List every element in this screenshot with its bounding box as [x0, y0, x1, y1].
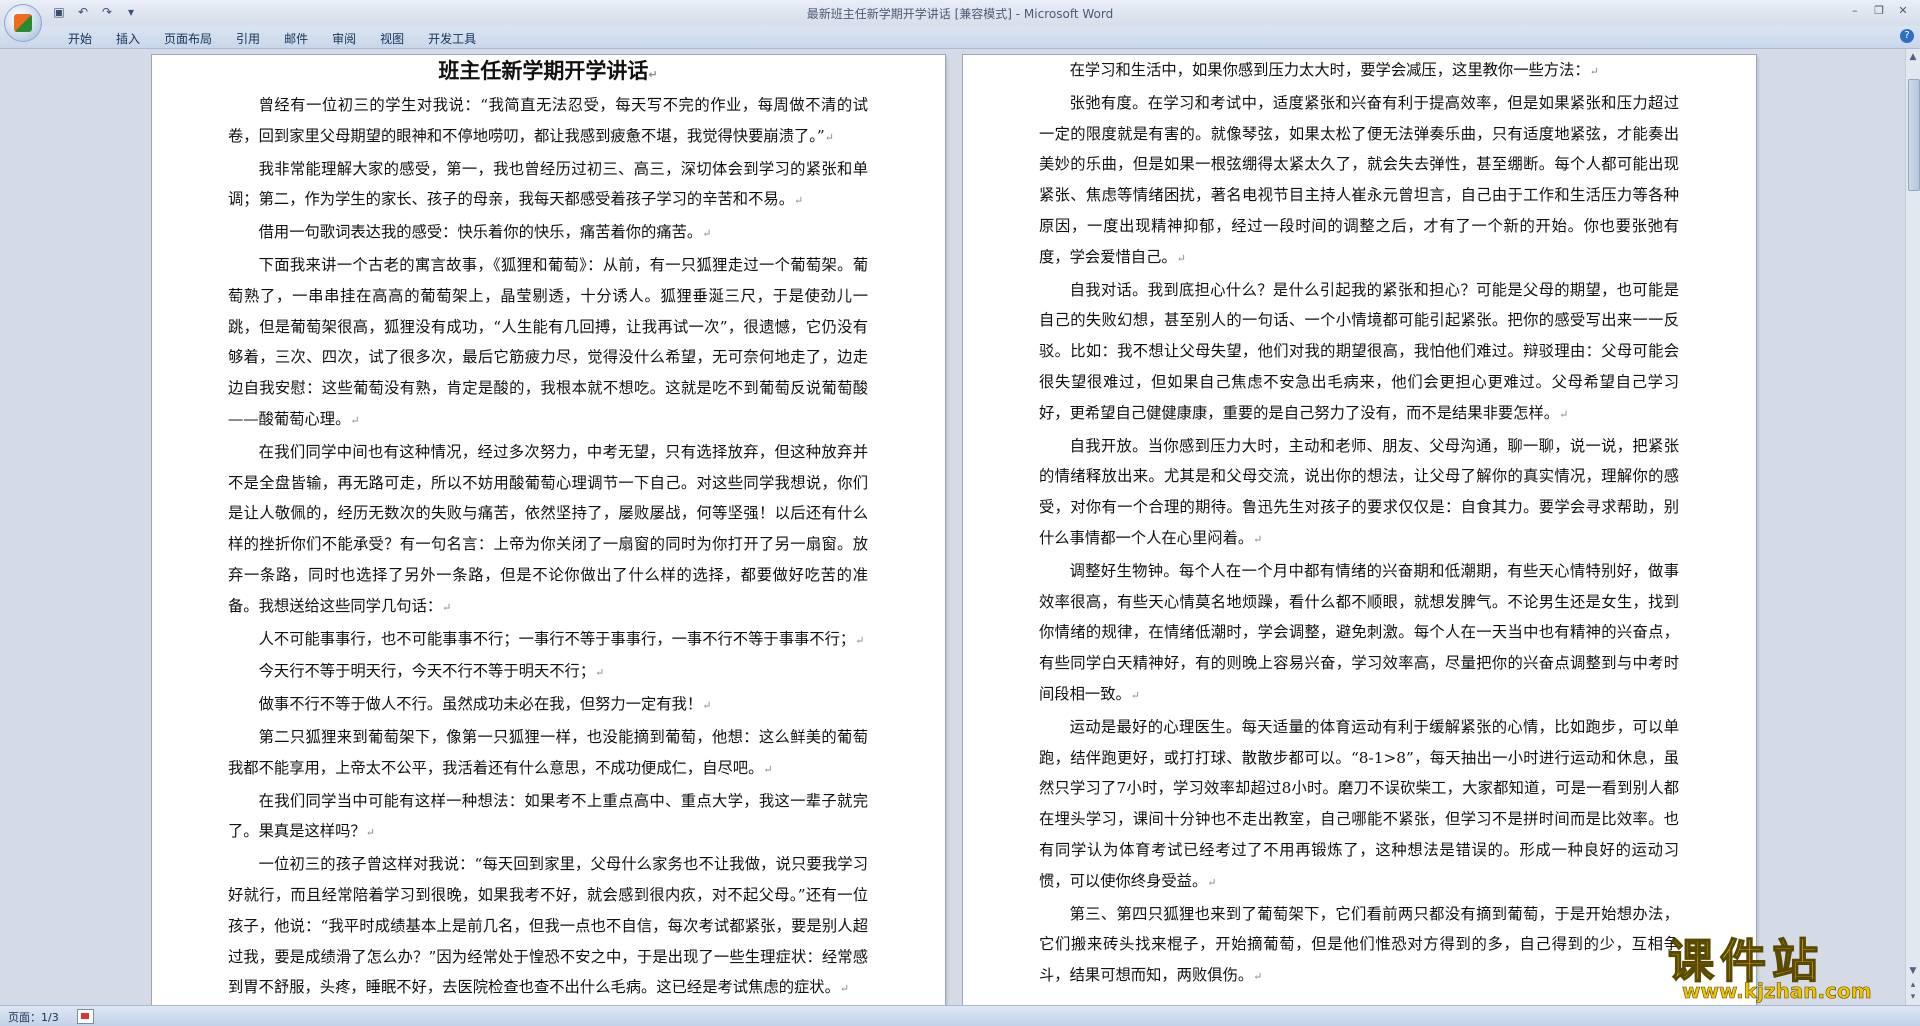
paragraph: 在学习和生活中，如果你感到压力太大时，要学会减压，这里教你一些方法：↵ — [1069, 61, 1599, 79]
tab-review[interactable]: 审阅 — [320, 26, 368, 48]
restore-icon[interactable]: ❐ — [1868, 2, 1890, 20]
tab-references[interactable]: 引用 — [224, 26, 272, 48]
office-logo-icon — [14, 14, 32, 32]
page-text: 班主任新学期开学讲话↵ 曾经有一位初三的学生对我说：“我简直无法忍受，每天写不完… — [228, 55, 868, 1005]
previous-page-icon[interactable]: ▴ — [1907, 979, 1919, 991]
ribbon-tabs: 开始 插入 页面布局 引用 邮件 审阅 视图 开发工具 — [56, 26, 488, 48]
paragraph: 第二只狐狸来到葡萄架下，像第一只狐狸一样，也没能摘到葡萄，他想：这么鲜美的葡萄我… — [228, 727, 868, 777]
minimize-icon[interactable]: – — [1844, 2, 1866, 20]
close-icon[interactable]: ✕ — [1892, 2, 1914, 20]
paragraph: 第三、第四只狐狸也来到了葡萄架下，它们看前两只都没有摘到葡萄，于是开始想办法，它… — [1039, 904, 1679, 985]
paragraph: 运动是最好的心理医生。每天适量的体育运动有利于缓解紧张的心情，比如跑步，可以单跑… — [1039, 717, 1679, 890]
proofing-status-icon[interactable] — [77, 1009, 94, 1024]
tab-mailings[interactable]: 邮件 — [272, 26, 320, 48]
help-icon[interactable]: ? — [1900, 29, 1914, 43]
status-bar: 页面：1/3 — [0, 1005, 1920, 1026]
tab-home[interactable]: 开始 — [56, 26, 104, 48]
tab-insert[interactable]: 插入 — [104, 26, 152, 48]
paragraph: 在我们同学当中可能有这样一种想法：如果考不上重点高中、重点大学，我这一辈子就完了… — [228, 791, 868, 841]
tab-developer[interactable]: 开发工具 — [416, 26, 488, 48]
window-controls: – ❐ ✕ — [1844, 2, 1914, 20]
tab-view[interactable]: 视图 — [368, 26, 416, 48]
paragraph: 自我开放。当你感到压力大时，主动和老师、朋友、父母沟通，聊一聊，说一说，把紧张的… — [1039, 436, 1679, 547]
paragraph: 今天行不等于明天行，今天不行不等于明天不行；↵ — [258, 662, 605, 681]
paragraph: 做事不行不等于做人不行。虽然成功未必在我，但努力一定有我！↵ — [258, 695, 712, 714]
scroll-down-icon[interactable]: ▼ — [1907, 965, 1919, 977]
paragraph: 下面我来讲一个古老的寓言故事，《狐狸和葡萄》：从前，有一只狐狸走过一个葡萄架。葡… — [228, 255, 868, 428]
watermark-url: www.kjzhan.com — [1682, 979, 1872, 1004]
paragraph: 自我对话。我到底担心什么？是什么引起我的紧张和担心？可能是父母的期望，也可能是自… — [1039, 280, 1679, 422]
paragraph: 我非常能理解大家的感受，第一，我也曾经历过初三、高三，深切体会到学习的紧张和单调… — [228, 159, 868, 209]
scroll-thumb[interactable] — [1908, 79, 1920, 191]
ribbon: 开始 插入 页面布局 引用 邮件 审阅 视图 开发工具 ? — [0, 26, 1920, 49]
window-title: 最新班主任新学期开学讲话 [兼容模式] - Microsoft Word — [806, 7, 1114, 21]
paragraph: 张弛有度。在学习和考试中，适度紧张和兴奋有利于提高效率，但是如果紧张和压力超过一… — [1039, 93, 1679, 266]
title-bar: ▣ ↶ ↷ ▾ 最新班主任新学期开学讲话 [兼容模式] - Microsoft … — [0, 0, 1920, 27]
paragraph: 曾经有一位初三的学生对我说：“我简直无法忍受，每天写不完的作业，每周做不清的试卷… — [228, 96, 868, 145]
paragraph: 借用一句歌词表达我的感受：快乐着你的快乐，痛苦着你的痛苦。↵ — [258, 223, 712, 242]
paragraph: 一位初三的孩子曾这样对我说：“每天回到家里，父母什么家务也不让我做，说只要我学习… — [228, 855, 868, 997]
scroll-up-icon[interactable]: ▲ — [1907, 51, 1919, 63]
document-page-1[interactable]: 班主任新学期开学讲话↵ 曾经有一位初三的学生对我说：“我简直无法忍受，每天写不完… — [152, 55, 945, 1005]
paragraph: 调整好生物钟。每个人在一个月中都有情绪的兴奋期和低潮期，有些天心情特别好，做事效… — [1039, 561, 1679, 703]
watermark: 课件站 www.kjzhan.com — [1667, 925, 1908, 1007]
document-heading: 班主任新学期开学讲话↵ — [438, 59, 658, 83]
page-text: 在学习和生活中，如果你感到压力太大时，要学会减压，这里教你一些方法：↵ 张弛有度… — [1039, 55, 1679, 993]
paragraph: 在我们同学中间也有这种情况，经过多次努力，中考无望，只有选择放弃，但这种放弃并不… — [228, 442, 868, 615]
next-page-icon[interactable]: ▾ — [1907, 991, 1919, 1003]
paragraph: 人不可能事事行，也不可能事事不行；一事行不等于事事行，一事不行不等于事事不行；↵ — [258, 629, 865, 648]
document-area: 班主任新学期开学讲话↵ 曾经有一位初三的学生对我说：“我简直无法忍受，每天写不完… — [0, 49, 1906, 1005]
tab-page-layout[interactable]: 页面布局 — [152, 26, 224, 48]
page-counter[interactable]: 页面：1/3 — [8, 1009, 59, 1025]
office-button[interactable] — [4, 4, 42, 42]
document-page-2[interactable]: 在学习和生活中，如果你感到压力太大时，要学会减压，这里教你一些方法：↵ 张弛有度… — [963, 55, 1756, 1005]
vertical-scrollbar[interactable]: ▲ ▼ ▴ ▾ — [1905, 49, 1920, 1005]
